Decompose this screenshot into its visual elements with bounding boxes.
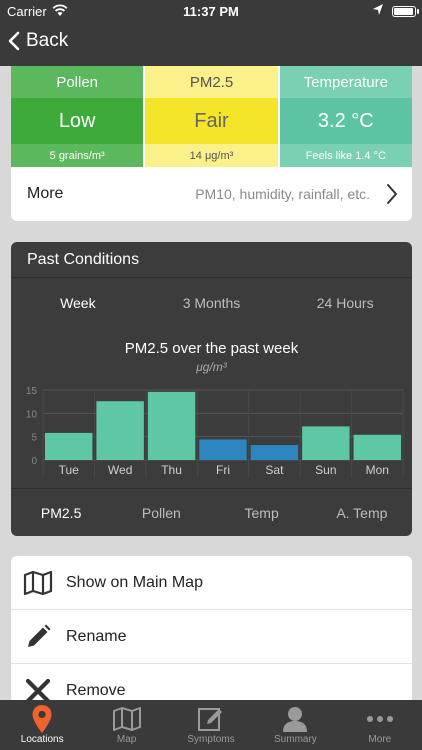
- tile-value: 3.2 °C: [279, 98, 412, 144]
- tile-title: Temperature: [279, 66, 412, 98]
- more-label: More: [27, 185, 64, 202]
- tab-summary[interactable]: Summary: [253, 700, 337, 750]
- action-label: Remove: [66, 681, 126, 699]
- more-conditions-row[interactable]: More PM10, humidity, rainfall, etc.: [11, 167, 412, 221]
- y-tick-label: 15: [26, 386, 38, 397]
- tile-title: Pollen: [11, 66, 144, 98]
- past-conditions-card: Past Conditions Week 3 Months 24 Hours P…: [11, 242, 412, 536]
- bar-sun: [302, 426, 350, 460]
- x-tick-label: Tue: [59, 463, 80, 477]
- tile-detail: 14 μg/m³: [145, 144, 278, 167]
- show-on-main-map-button[interactable]: Show on Main Map: [11, 556, 412, 610]
- action-label: Rename: [66, 627, 127, 645]
- person-icon: [282, 704, 308, 734]
- bar-wed: [96, 401, 144, 460]
- tile-title: PM2.5: [145, 66, 278, 98]
- chevron-right-icon: [387, 184, 397, 204]
- bar-fri: [199, 439, 247, 460]
- tab-label: Summary: [274, 734, 317, 745]
- x-tick-label: Fri: [216, 463, 230, 477]
- chart-title: PM2.5 over the past week: [124, 340, 299, 357]
- navigation-bar: Back: [0, 22, 422, 66]
- metric-tabs: PM2.5 Pollen Temp A. Temp: [11, 488, 412, 536]
- location-arrow-icon: [372, 3, 384, 20]
- chart-unit: μg/m³: [196, 360, 227, 374]
- action-label: Show on Main Map: [66, 573, 203, 591]
- y-tick-label: 5: [31, 433, 37, 444]
- tile-value: Low: [11, 98, 144, 144]
- pencil-icon: [23, 622, 53, 652]
- card-title: Past Conditions: [11, 242, 412, 278]
- location-pin-icon: [31, 704, 53, 734]
- map-icon: [23, 568, 53, 598]
- battery-icon: [392, 6, 416, 17]
- tab-label: Map: [116, 734, 137, 745]
- chevron-left-icon: [8, 31, 20, 51]
- status-bar: Carrier 11:37 PM: [0, 0, 422, 22]
- pm25-tile[interactable]: PM2.5 Fair 14 μg/m³: [145, 66, 278, 167]
- tab-bar: Locations Map Symptoms Summary More: [0, 700, 422, 750]
- x-tick-label: Sun: [315, 463, 336, 477]
- metric-tab-pm25[interactable]: PM2.5: [11, 505, 111, 521]
- range-tab-3-months[interactable]: 3 Months: [145, 295, 279, 311]
- bar-mon: [353, 434, 401, 460]
- pm25-bar-chart: 0 5 10 15 Tue Wed Thu Fri Sat Sun Mon: [26, 386, 404, 478]
- y-tick-label: 0: [31, 456, 37, 467]
- tab-symptoms[interactable]: Symptoms: [169, 700, 253, 750]
- edit-icon: [197, 704, 225, 734]
- map-icon: [112, 704, 142, 734]
- metric-tab-pollen[interactable]: Pollen: [111, 505, 211, 521]
- tab-label: More: [368, 734, 392, 745]
- bar-tue: [45, 432, 93, 460]
- y-tick-label: 10: [26, 409, 38, 420]
- x-tick-label: Mon: [366, 463, 389, 477]
- tab-more[interactable]: More: [338, 700, 422, 750]
- tile-detail: Feels like 1.4 °C: [279, 144, 412, 167]
- back-label: Back: [26, 30, 69, 51]
- actions-card: Show on Main Map Rename Remove: [11, 556, 412, 716]
- tab-locations[interactable]: Locations: [0, 700, 84, 750]
- back-button[interactable]: Back: [8, 30, 68, 52]
- more-dots-icon: [366, 704, 394, 734]
- tab-label: Symptoms: [187, 734, 235, 745]
- tab-label: Locations: [20, 734, 64, 745]
- temperature-tile[interactable]: Temperature 3.2 °C Feels like 1.4 °C: [279, 66, 412, 167]
- current-conditions-card: Pollen Low 5 grains/m³ PM2.5 Fair 14 μg/…: [11, 66, 412, 221]
- bar-thu: [147, 391, 196, 460]
- x-tick-label: Sat: [265, 463, 284, 477]
- tile-detail: 5 grains/m³: [11, 144, 144, 167]
- range-tab-week[interactable]: Week: [11, 295, 145, 311]
- range-tabs: Week 3 Months 24 Hours: [11, 278, 412, 328]
- pollen-tile[interactable]: Pollen Low 5 grains/m³: [11, 66, 144, 167]
- clock: 11:37 PM: [183, 4, 239, 19]
- x-tick-label: Wed: [108, 463, 132, 477]
- more-detail: PM10, humidity, rainfall, etc.: [195, 186, 370, 202]
- tab-map[interactable]: Map: [84, 700, 168, 750]
- range-tab-24-hours[interactable]: 24 Hours: [278, 295, 412, 311]
- metric-tab-apparent-temp[interactable]: A. Temp: [312, 505, 412, 521]
- bar-sat: [250, 445, 299, 460]
- metric-tab-temp[interactable]: Temp: [212, 505, 312, 521]
- tile-value: Fair: [145, 98, 278, 144]
- rename-button[interactable]: Rename: [11, 610, 412, 664]
- x-tick-label: Thu: [161, 463, 182, 477]
